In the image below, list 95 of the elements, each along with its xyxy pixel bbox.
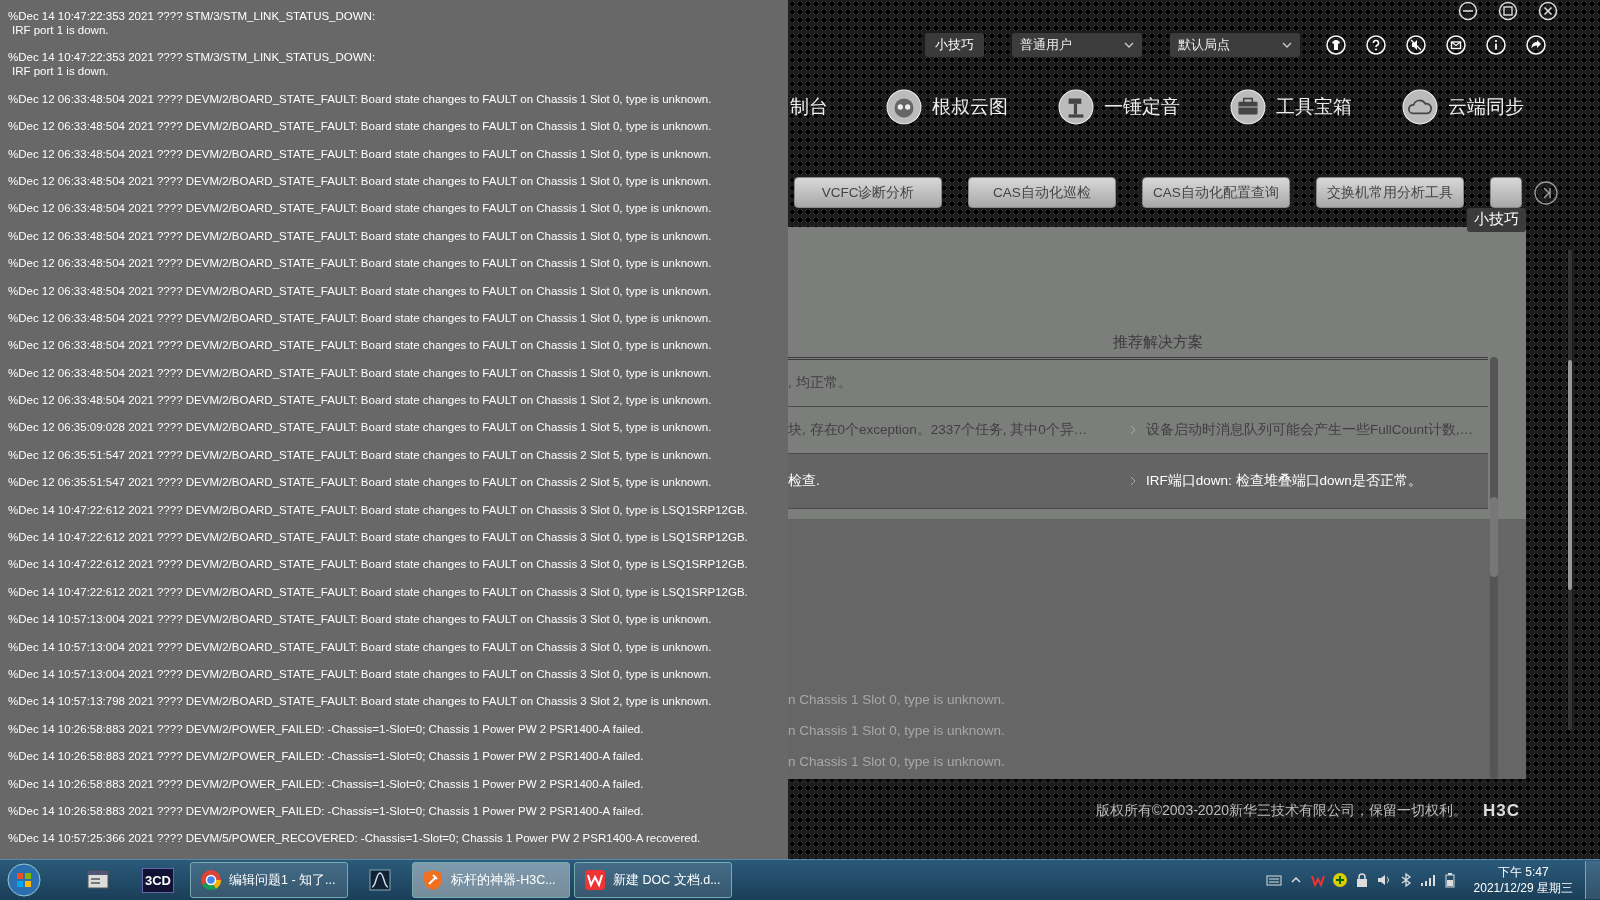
taskbar-app-button[interactable]: 3CD (130, 862, 186, 898)
log-line: %Dec 12 06:33:48:504 2021 ???? DEVM/2/BOARD_STATE_FAULT: Board state changes to FAULT on Chassis 1 Slot 0, type is unknown. (8, 338, 712, 353)
log-line: %Dec 14 10:47:22:353 2021 ???? STM/3/STM_LINK_STATUS_DOWN: (8, 9, 376, 23)
log-detail: IRF port 1 is down. (11, 64, 109, 79)
tips-button[interactable]: 小技巧 (925, 33, 984, 57)
log-line: %Dec 14 10:47:22:612 2021 ???? DEVM/2/BOARD_STATE_FAULT: Board state changes to FAULT on Chassis 3 Slot 0, type is LSQ1SRP12GB. (8, 557, 748, 572)
log-line: %Dec 14 10:47:22:353 2021 ???? STM/3/STM_LINK_STATUS_DOWN: (8, 50, 376, 65)
tooltip: 小技巧 (1467, 208, 1526, 232)
log-line: %Dec 12 06:33:48:504 2021 ???? DEVM/2/BOARD_STATE_FAULT: Board state changes to FAULT on Chassis 1 Slot 0, type is unknown. (8, 91, 712, 106)
log-line: %Dec 12 06:33:48:504 2021 ???? DEVM/2/BOARD_STATE_FAULT: Board state changes to FAULT on Chassis 1 Slot 0, type is unknown. (8, 283, 712, 298)
help-icon[interactable] (1366, 35, 1386, 55)
share-icon[interactable] (1526, 35, 1546, 55)
mail-icon[interactable] (1446, 35, 1466, 55)
solution-text: IRF端口down: 检查堆叠端口down是否正常。 (1146, 472, 1422, 490)
log-line: %Dec 12 06:33:48:504 2021 ???? DEVM/2/BOARD_STATE_FAULT: Board state changes to FAULT on Chassis 1 Slot 0, type is unknown. (8, 146, 712, 161)
cause-text: 检查. (788, 472, 821, 490)
log-line: %Dec 14 10:26:58:883 2021 ???? DEVM/2/POWER_FAILED: -Chassis=1-Slot=0; Chassis 1 Power PW 2 PSR1400-A failed. (8, 721, 644, 736)
tool-button[interactable] (1490, 177, 1522, 208)
tool-button[interactable]: VCFC诊断分析 (794, 177, 942, 208)
log-line: %Dec 12 06:33:48:504 2021 ???? DEVM/2/BOARD_STATE_FAULT: Board state changes to FAULT on Chassis 1 Slot 0, type is unknown. (8, 256, 712, 271)
dropdown[interactable]: 默认局点 (1170, 33, 1300, 57)
nav-link[interactable]: 云端同步 (1448, 94, 1524, 120)
log-line: n Chassis 1 Slot 0, type is unknown. (788, 754, 1006, 771)
log-line: %Dec 14 10:47:22:612 2021 ???? DEVM/2/BOARD_STATE_FAULT: Board state changes to FAULT on Chassis 3 Slot 0, type is LSQ1SRP12GB. (8, 502, 748, 517)
solution-text: 设备启动时消息队列可能会产生一些FullCount计数,… (1146, 421, 1474, 439)
cause-text: 块, 存在0个exception。2337个任务, 其中0个异… (788, 421, 1089, 439)
taskbar-window-button[interactable]: 新建 DOC 文档.d... (574, 862, 732, 898)
info-icon[interactable] (1486, 35, 1506, 55)
browser-icon (199, 868, 223, 892)
chevron-down-icon (1282, 42, 1292, 48)
copyright-text: 版权所有©2003-2020新华三技术有限公司，保留一切权利。 (1095, 802, 1467, 820)
log-line: %Dec 14 10:57:13:798 2021 ???? DEVM/2/BOARD_STATE_FAULT: Board state changes to FAULT on Chassis 3 Slot 2, type is unknown. (8, 694, 712, 709)
log-line: %Dec 12 06:35:51:547 2021 ???? DEVM/2/BOARD_STATE_FAULT: Board state changes to FAULT on Chassis 2 Slot 5, type is unknown. (8, 447, 712, 462)
document-app-icon (583, 868, 607, 892)
section-heading: 推荐解决方案 (788, 333, 1488, 360)
shield-icon (421, 868, 445, 892)
toolbox-icon[interactable] (1230, 89, 1266, 125)
face-icon[interactable] (886, 89, 922, 125)
tool-button[interactable]: CAS自动化巡检 (968, 177, 1116, 208)
log-line: %Dec 12 06:35:51:547 2021 ???? DEVM/2/BOARD_STATE_FAULT: Board state changes to FAULT on Chassis 2 Slot 5, type is unknown. (8, 475, 712, 490)
close-icon[interactable] (1538, 1, 1558, 21)
keyboard-icon[interactable] (1265, 872, 1282, 888)
log-line: %Dec 14 10:57:13:004 2021 ???? DEVM/2/BOARD_STATE_FAULT: Board state changes to FAULT on Chassis 3 Slot 0, type is unknown. (8, 639, 712, 654)
log-line: %Dec 12 06:33:48:504 2021 ???? DEVM/2/BOARD_STATE_FAULT: Board state changes to FAULT on Chassis 1 Slot 2, type is unknown. (8, 393, 712, 408)
form-window-icon (86, 868, 110, 892)
nav-link[interactable]: 工具宝箱 (1276, 94, 1352, 120)
log-line: %Dec 12 06:33:48:504 2021 ???? DEVM/2/BOARD_STATE_FAULT: Board state changes to FAULT on Chassis 1 Slot 0, type is unknown. (8, 201, 712, 216)
clock-date: 2021/12/29 星期三 (1473, 880, 1573, 896)
log-line: %Dec 12 06:33:48:504 2021 ???? DEVM/2/BOARD_STATE_FAULT: Board state changes to FAULT on Chassis 1 Slot 0, type is unknown. (8, 228, 712, 243)
log-line: %Dec 14 10:47:22:612 2021 ???? DEVM/2/BOARD_STATE_FAULT: Board state changes to FAULT on Chassis 3 Slot 0, type is LSQ1SRP12GB. (8, 584, 748, 599)
log-line: %Dec 12 06:33:48:504 2021 ???? DEVM/2/BOARD_STATE_FAULT: Board state changes to FAULT on Chassis 1 Slot 0, type is unknown. (8, 119, 712, 134)
show-desktop-button[interactable] (1585, 861, 1600, 899)
tool-button[interactable]: 交换机常用分析工具 (1316, 177, 1464, 208)
app-logo: 3CD (142, 867, 174, 893)
log-line: %Dec 14 10:26:58:883 2021 ???? DEVM/2/POWER_FAILED: -Chassis=1-Slot=0; Chassis 1 Power PW 2 PSR1400-A failed. (8, 749, 644, 764)
chevron-down-icon (1124, 42, 1134, 48)
log-line: %Dec 12 06:33:48:504 2021 ???? DEVM/2/BOARD_STATE_FAULT: Board state changes to FAULT on Chassis 1 Slot 0, type is unknown. (8, 310, 712, 325)
chevron-right-icon (1130, 425, 1136, 435)
next-page-icon[interactable] (1534, 180, 1558, 205)
dropdown[interactable]: 普通用户 (1012, 33, 1142, 57)
nav-link[interactable]: 根叔云图 (932, 94, 1008, 120)
log-line: %Dec 12 06:33:48:504 2021 ???? DEVM/2/BOARD_STATE_FAULT: Board state changes to FAULT on Chassis 1 Slot 0, type is unknown. (8, 173, 712, 188)
tool-button[interactable]: CAS自动化配置查询 (1142, 177, 1290, 208)
log-line: %Dec 14 10:57:25:366 2021 ???? DEVM/5/POWER_RECOVERED: -Chassis=1-Slot=0; Chassis 1 Power PW 2 PSR1400-A recovered. (8, 831, 701, 846)
scrollbar-thumb[interactable] (1568, 360, 1572, 590)
mute-icon[interactable] (1406, 35, 1426, 55)
shirt-icon[interactable] (1326, 35, 1346, 55)
chevron-right-icon (1130, 476, 1136, 486)
cause-text: , 均正常。 (788, 374, 853, 392)
nav-link[interactable]: 一锤定音 (1104, 94, 1180, 120)
log-line: n Chassis 1 Slot 0, type is unknown. (788, 692, 1006, 709)
signal-icon[interactable] (1419, 872, 1436, 888)
cloud-icon[interactable] (1402, 89, 1438, 125)
log-line: %Dec 14 10:57:13:004 2021 ???? DEVM/2/BOARD_STATE_FAULT: Board state changes to FAULT on Chassis 3 Slot 0, type is unknown. (8, 612, 712, 627)
log-line: %Dec 12 06:35:09:028 2021 ???? DEVM/2/BOARD_STATE_FAULT: Board state changes to FAULT on Chassis 1 Slot 5, type is unknown. (8, 420, 712, 435)
minimize-icon[interactable] (1458, 1, 1478, 21)
wave-icon (368, 868, 392, 892)
log-line: n Chassis 1 Slot 0, type is unknown. (788, 723, 1006, 740)
log-detail: IRF port 1 is down. (11, 23, 109, 37)
maximize-icon[interactable] (1498, 1, 1518, 21)
start-icon[interactable] (6, 862, 42, 898)
logo: H3C (1483, 801, 1520, 821)
log-line: %Dec 14 10:47:22:612 2021 ???? DEVM/2/BOARD_STATE_FAULT: Board state changes to FAULT on Chassis 3 Slot 0, type is LSQ1SRP12GB. (8, 530, 748, 545)
taskbar-window-button[interactable]: 编辑问题1 - 知了... (190, 862, 348, 898)
log-line: %Dec 14 10:57:13:004 2021 ???? DEVM/2/BOARD_STATE_FAULT: Board state changes to FAULT on Chassis 3 Slot 0, type is unknown. (8, 667, 712, 681)
speaker-icon[interactable] (1375, 872, 1392, 888)
log-line: %Dec 12 06:33:48:504 2021 ???? DEVM/2/BOARD_STATE_FAULT: Board state changes to FAULT on Chassis 1 Slot 0, type is unknown. (8, 365, 712, 380)
result-row[interactable]: 检查. IRF端口down: 检查堆叠端口down是否正常。 (788, 454, 1488, 509)
scrollbar-thumb[interactable] (1490, 497, 1498, 577)
log-line: %Dec 14 10:26:58:883 2021 ???? DEVM/2/POWER_FAILED: -Chassis=1-Slot=0; Chassis 1 Power PW 2 PSR1400-A failed. (8, 803, 644, 818)
plus-badge-icon[interactable] (1331, 872, 1348, 888)
clock-time: 下午 5:47 (1497, 864, 1549, 880)
clock[interactable]: 下午 5:47 2021/12/29 星期三 (1473, 864, 1573, 896)
nav-link[interactable]: 制台 (790, 94, 828, 120)
log-line: %Dec 14 10:26:58:883 2021 ???? DEVM/2/POWER_FAILED: -Chassis=1-Slot=0; Chassis 1 Power PW 2 PSR1400-A failed. (8, 776, 644, 791)
